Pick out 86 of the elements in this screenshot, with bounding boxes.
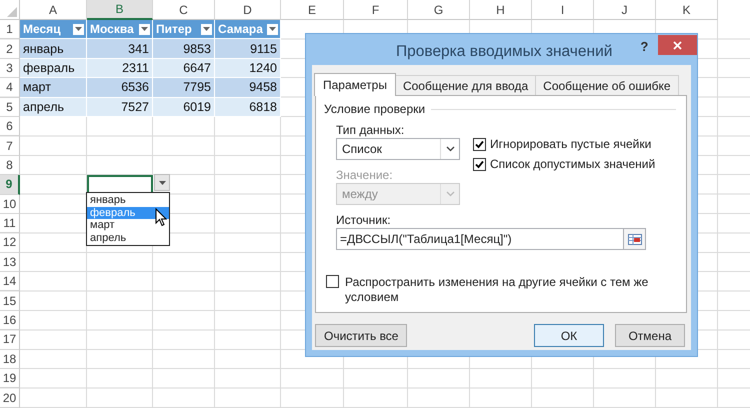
dropdown-item[interactable]: апрель: [87, 232, 169, 244]
column-header[interactable]: A: [20, 0, 87, 20]
tab[interactable]: Сообщение для ввода: [394, 75, 536, 95]
field-label: Значение:: [336, 168, 394, 182]
row-header[interactable]: 20: [0, 388, 20, 408]
column-header[interactable]: D: [215, 0, 281, 20]
filter-button[interactable]: [267, 24, 278, 35]
row-header[interactable]: 14: [0, 272, 20, 292]
table-cell: 341: [87, 39, 153, 59]
table-cell: 7527: [87, 98, 153, 117]
table-cell: 1240: [215, 58, 281, 78]
cursor-icon: [155, 208, 167, 227]
row-header[interactable]: 17: [0, 330, 20, 350]
row-header[interactable]: 13: [0, 252, 20, 272]
dropdown-item[interactable]: январь: [87, 194, 169, 206]
row-header[interactable]: 11: [0, 214, 20, 234]
chevron-icon: [446, 146, 454, 152]
source-field[interactable]: =ДВССЫЛ("Таблица1[Месяц]"): [336, 228, 624, 250]
checkbox-label: Игнорировать пустые ячейки: [490, 137, 652, 151]
table-icon: [628, 234, 642, 244]
table-cell: февраль: [20, 58, 87, 78]
dialog-button[interactable]: ОК: [534, 324, 604, 347]
caret-icon: [203, 27, 210, 32]
dialog-button[interactable]: Очистить все: [315, 324, 408, 347]
caret-icon: [141, 27, 148, 32]
table-cell: 6019: [153, 98, 215, 117]
table-header-cell: Месяц: [20, 20, 87, 40]
row-header[interactable]: 7: [0, 136, 20, 156]
row-header[interactable]: 9: [0, 175, 20, 195]
column-header[interactable]: K: [656, 0, 718, 20]
window-title: Проверка вводимых значений: [396, 43, 612, 61]
tab[interactable]: Параметры: [314, 73, 396, 96]
table-cell: март: [20, 78, 87, 98]
tab[interactable]: Сообщение об ошибке: [535, 75, 679, 95]
column-header[interactable]: E: [281, 0, 344, 20]
filter-button[interactable]: [201, 24, 212, 35]
column-header[interactable]: C: [153, 0, 215, 20]
column-header[interactable]: F: [344, 0, 408, 20]
dropdown-button[interactable]: [154, 174, 170, 191]
column-header[interactable]: B: [87, 0, 153, 20]
table-cell: 7795: [153, 78, 215, 98]
table-cell: 6647: [153, 58, 215, 78]
checkbox-label: Список допустимых значений: [490, 157, 656, 171]
checkbox-label: Распространить изменения на другие ячейки с тем же условием: [345, 275, 650, 305]
table-cell: 6818: [215, 98, 281, 117]
table-header-cell: Питер: [153, 20, 215, 40]
column-header[interactable]: G: [408, 0, 470, 20]
filter-button[interactable]: [139, 24, 150, 35]
table-cell: 9458: [215, 78, 281, 98]
caret-icon: [269, 27, 276, 32]
caret-icon: [75, 27, 82, 32]
chevron-icon: [446, 191, 454, 197]
dropdown-item[interactable]: март: [87, 219, 169, 232]
table-cell: 9853: [153, 39, 215, 59]
close-icon: [673, 40, 682, 50]
help-button[interactable]: ?: [636, 39, 652, 54]
column-header[interactable]: H: [470, 0, 532, 20]
table-cell: 9115: [215, 39, 281, 59]
table-cell: январь: [20, 39, 87, 59]
table-cell: апрель: [20, 98, 87, 117]
checkbox[interactable]: [473, 138, 486, 150]
row-header[interactable]: 15: [0, 291, 20, 311]
checkbox[interactable]: [326, 275, 339, 288]
range-picker-button[interactable]: [624, 228, 646, 250]
row-header[interactable]: 6: [0, 116, 20, 136]
caret-icon: [158, 180, 166, 184]
row-header[interactable]: 10: [0, 194, 20, 214]
row-header[interactable]: 12: [0, 233, 20, 253]
column-header[interactable]: J: [594, 0, 656, 20]
dialog-button[interactable]: Отмена: [615, 324, 685, 347]
close-button[interactable]: [658, 35, 697, 55]
triangle-icon: [7, 7, 17, 17]
column-header[interactable]: I: [532, 0, 594, 20]
filter-button[interactable]: [73, 24, 84, 35]
data-type-select[interactable]: Список: [336, 138, 460, 160]
checkbox[interactable]: [473, 158, 486, 170]
section-title: Условие проверки: [324, 102, 426, 116]
field-label: Тип данных:: [336, 123, 406, 137]
row-header[interactable]: 18: [0, 350, 20, 370]
row-header[interactable]: 16: [0, 310, 20, 330]
table-cell: 2311: [87, 58, 153, 78]
table-header-cell: Москва: [87, 20, 153, 40]
table-cell: 6536: [87, 78, 153, 98]
field-label: Источник:: [336, 213, 392, 227]
row-header[interactable]: 19: [0, 369, 20, 388]
table-header-cell: Самара: [215, 20, 281, 40]
